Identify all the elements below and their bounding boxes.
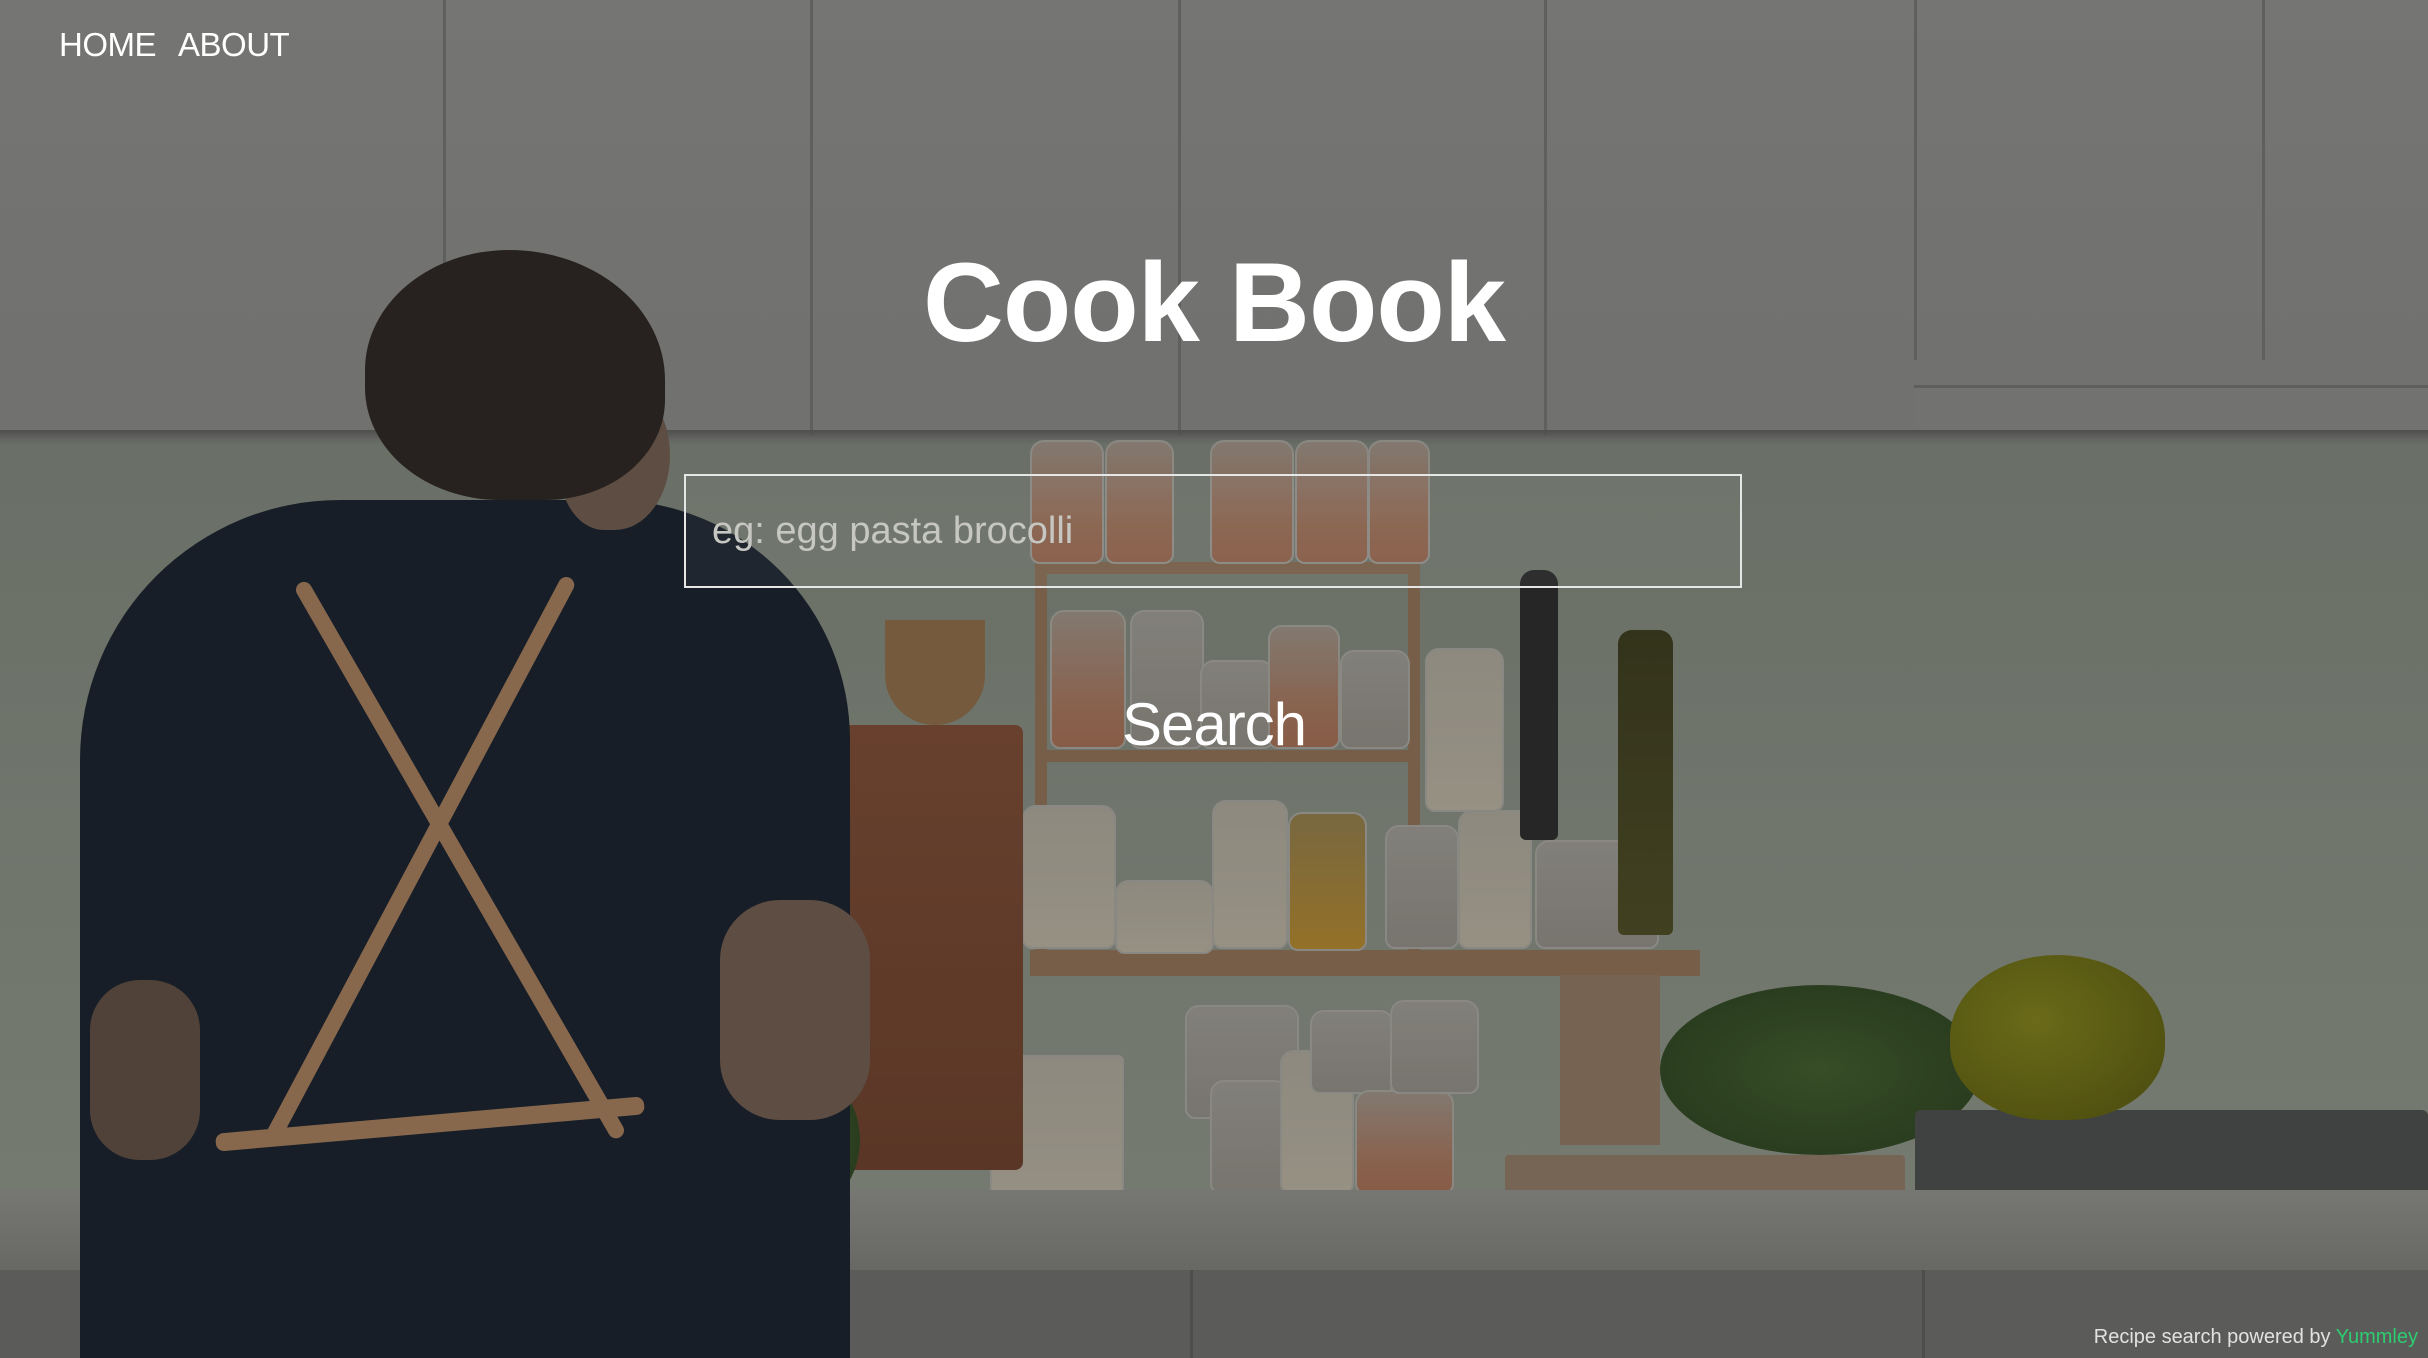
search-box <box>684 474 1742 588</box>
kitchen-background-image <box>0 0 2428 1358</box>
top-nav: HOME ABOUT <box>59 26 290 64</box>
page: HOME ABOUT Cook Book Search Recipe searc… <box>0 0 2428 1358</box>
page-title: Cook Book <box>922 240 1506 365</box>
nav-home-link[interactable]: HOME <box>59 26 157 64</box>
credit-text: Recipe search powered by <box>2093 1326 2331 1348</box>
nav-about-link[interactable]: ABOUT <box>178 26 290 64</box>
yummley-link[interactable]: Yummley <box>2336 1326 2418 1348</box>
background-overlay <box>0 0 2428 1358</box>
search-button[interactable]: Search <box>1100 684 1328 764</box>
footer-credit: Recipe search powered by Yummley <box>2094 1326 2418 1349</box>
search-input[interactable] <box>686 476 1740 586</box>
